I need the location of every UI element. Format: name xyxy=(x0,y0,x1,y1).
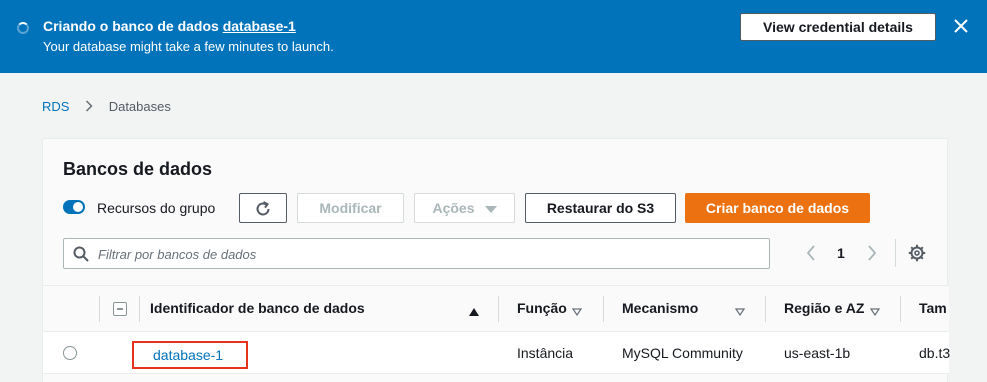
column-header-size[interactable]: Tam xyxy=(919,300,947,316)
actions-dropdown-button[interactable]: Ações xyxy=(414,193,515,223)
refresh-icon xyxy=(256,201,270,216)
creation-banner: Criando o banco de dados database-1 Your… xyxy=(0,0,987,73)
sort-down-icon[interactable] xyxy=(869,303,881,321)
previous-page-icon[interactable] xyxy=(805,244,817,267)
refresh-button[interactable] xyxy=(239,193,287,223)
modify-button[interactable]: Modificar xyxy=(297,193,404,223)
column-divider xyxy=(765,296,766,322)
filter-input[interactable] xyxy=(98,243,758,265)
table-row[interactable]: database-1 Instância MySQL Community us-… xyxy=(43,332,951,374)
view-credential-details-button[interactable]: View credential details xyxy=(740,13,936,41)
loading-spinner-icon xyxy=(17,22,29,34)
cell-size: db.t3 xyxy=(919,345,951,361)
settings-gear-icon[interactable] xyxy=(908,244,926,267)
breadcrumb-item-databases: Databases xyxy=(108,99,171,114)
column-header-region-az[interactable]: Região e AZ xyxy=(784,300,864,316)
column-divider xyxy=(99,296,100,322)
group-resources-toggle[interactable] xyxy=(63,200,85,214)
next-page-icon[interactable] xyxy=(866,244,878,267)
column-divider xyxy=(603,296,604,322)
column-header-engine[interactable]: Mecanismo xyxy=(622,300,698,316)
breadcrumb-item-rds[interactable]: RDS xyxy=(42,99,69,114)
sort-down-icon[interactable] xyxy=(571,303,583,321)
column-divider xyxy=(498,296,499,322)
create-database-button[interactable]: Criar banco de dados xyxy=(685,193,870,223)
cell-role: Instância xyxy=(517,345,574,361)
banner-title-prefix: Criando o banco de dados xyxy=(43,18,219,34)
cell-engine: MySQL Community xyxy=(622,345,743,361)
group-resources-label: Recursos do grupo xyxy=(97,200,216,216)
table-header: Identificador de banco de dados Função M… xyxy=(43,285,949,332)
search-icon xyxy=(73,246,89,267)
toggle-knob xyxy=(73,202,83,212)
databases-panel: Bancos de dados Recursos do grupo Modifi… xyxy=(42,138,951,382)
pagination-divider xyxy=(895,239,896,267)
page-title: Bancos de dados xyxy=(63,159,213,179)
column-header-identifier[interactable]: Identificador de banco de dados xyxy=(150,300,365,316)
database-identifier-link[interactable]: database-1 xyxy=(132,341,248,369)
cell-region-az: us-east-1b xyxy=(784,345,851,361)
filter-field xyxy=(63,238,770,269)
caret-down-icon xyxy=(484,205,497,213)
chevron-right-icon xyxy=(85,100,93,115)
actions-label: Ações xyxy=(432,200,475,216)
close-icon[interactable] xyxy=(952,16,970,36)
row-select-radio[interactable] xyxy=(63,346,77,360)
breadcrumb: RDS Databases xyxy=(42,99,171,115)
column-divider xyxy=(900,296,901,322)
banner-title: Criando o banco de dados database-1 xyxy=(43,18,296,34)
column-divider xyxy=(139,296,140,322)
select-all-checkbox[interactable] xyxy=(113,302,127,316)
sort-down-icon[interactable] xyxy=(734,303,746,321)
banner-message: Your database might take a few minutes t… xyxy=(43,39,334,54)
current-page-number[interactable]: 1 xyxy=(837,245,845,261)
banner-database-link[interactable]: database-1 xyxy=(223,18,296,34)
restore-from-s3-button[interactable]: Restaurar do S3 xyxy=(525,193,676,223)
sort-ascending-icon[interactable] xyxy=(469,303,479,321)
column-header-role[interactable]: Função xyxy=(517,300,567,316)
